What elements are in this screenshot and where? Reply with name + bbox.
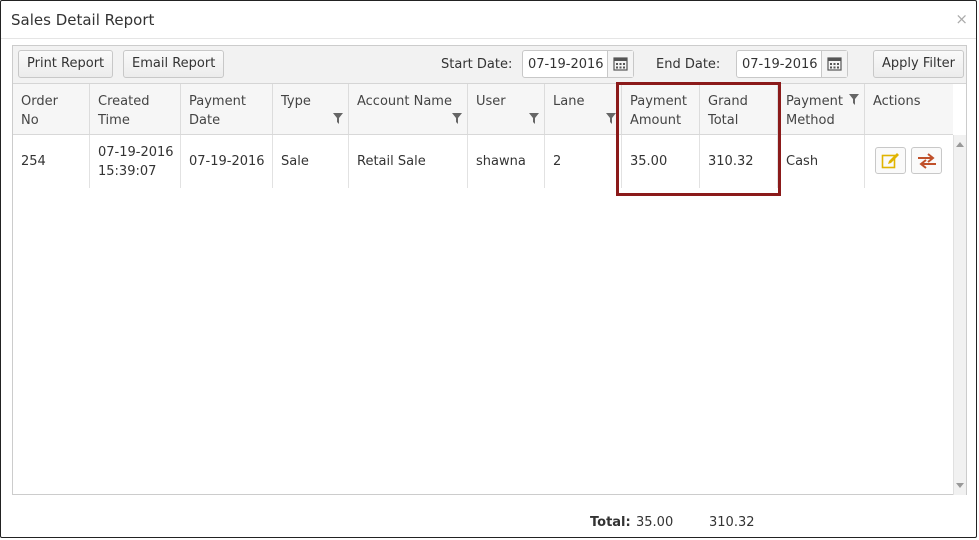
end-date-label: End Date: xyxy=(656,57,721,72)
column-header-grand-total[interactable]: Grand Total xyxy=(700,84,778,134)
vertical-scrollbar[interactable] xyxy=(953,135,966,495)
column-header-created-time[interactable]: Created Time xyxy=(90,84,181,134)
funnel-icon[interactable] xyxy=(529,113,539,124)
column-header-lane[interactable]: Lane xyxy=(545,84,622,134)
funnel-icon[interactable] xyxy=(333,113,343,124)
toolbar: Print Report Email Report Start Date: En… xyxy=(13,46,966,84)
dialog-titlebar: Sales Detail Report × xyxy=(1,1,976,39)
edit-icon xyxy=(881,153,899,169)
start-date-input[interactable] xyxy=(523,51,607,77)
funnel-icon[interactable] xyxy=(849,94,859,105)
column-header-type[interactable]: Type xyxy=(273,84,349,134)
swap-arrows-icon xyxy=(918,153,936,169)
funnel-icon[interactable] xyxy=(606,113,616,124)
column-header-payment-amount[interactable]: Payment Amount xyxy=(622,84,700,134)
email-report-button[interactable]: Email Report xyxy=(123,50,225,78)
calendar-icon[interactable] xyxy=(821,51,847,77)
cell-created-time: 07-19-2016 15:39:07 xyxy=(90,135,181,188)
total-label: Total: xyxy=(590,515,631,530)
column-header-payment-method[interactable]: Payment Method xyxy=(778,84,865,134)
column-header-account-name[interactable]: Account Name xyxy=(349,84,468,134)
print-report-button[interactable]: Print Report xyxy=(18,50,114,78)
apply-filter-button[interactable]: Apply Filter xyxy=(873,50,965,78)
column-header-user[interactable]: User xyxy=(468,84,545,134)
cell-user: shawna xyxy=(468,135,545,188)
cell-lane: 2 xyxy=(545,135,622,188)
table-row[interactable]: 254 07-19-2016 15:39:07 07-19-2016 Sale … xyxy=(13,135,953,188)
dialog-title: Sales Detail Report xyxy=(11,11,155,29)
cell-payment-date: 07-19-2016 xyxy=(181,135,273,188)
cell-payment-method: Cash xyxy=(778,135,865,188)
start-date-label: Start Date: xyxy=(441,57,513,72)
cell-payment-amount: 35.00 xyxy=(622,135,700,188)
edit-button[interactable] xyxy=(875,147,906,174)
cell-grand-total: 310.32 xyxy=(700,135,778,188)
end-date-picker xyxy=(736,50,848,78)
total-grand-total: 310.32 xyxy=(709,515,755,530)
column-header-order-no[interactable]: Order No xyxy=(13,84,90,134)
swap-button[interactable] xyxy=(911,147,942,174)
report-panel: Print Report Email Report Start Date: En… xyxy=(12,45,967,495)
start-date-picker xyxy=(522,50,634,78)
scroll-up-arrow-icon[interactable] xyxy=(956,142,964,147)
column-header-actions: Actions xyxy=(873,94,921,109)
end-date-input[interactable] xyxy=(737,51,821,77)
cell-account-name: Retail Sale xyxy=(349,135,468,188)
cell-order-no: 254 xyxy=(13,135,90,188)
column-header-payment-date[interactable]: Payment Date xyxy=(181,84,273,134)
total-payment-amount: 35.00 xyxy=(636,515,674,530)
calendar-icon[interactable] xyxy=(607,51,633,77)
scroll-down-arrow-icon[interactable] xyxy=(956,483,964,488)
close-icon[interactable]: × xyxy=(955,11,968,27)
funnel-icon[interactable] xyxy=(452,113,462,124)
table-header: Order No Created Time Payment Date Type … xyxy=(13,84,953,135)
cell-type: Sale xyxy=(273,135,349,188)
